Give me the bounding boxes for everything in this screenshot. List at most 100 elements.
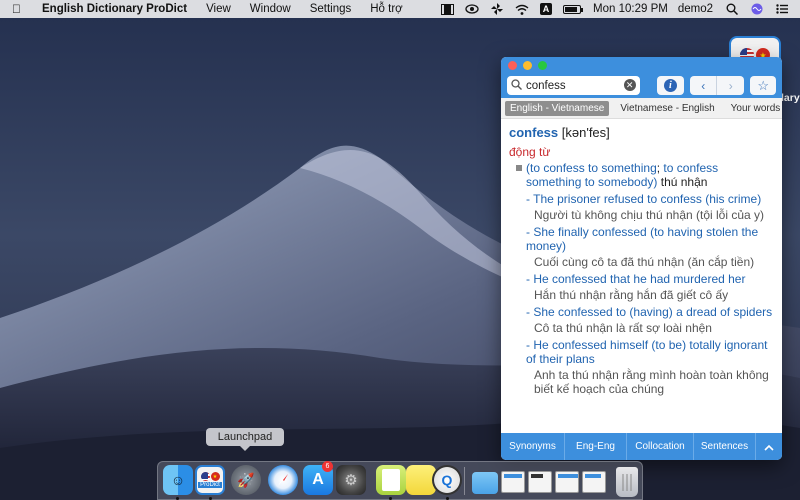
forward-button[interactable]: › xyxy=(717,76,745,95)
siri-icon[interactable] xyxy=(750,3,764,15)
example-english[interactable]: - He confessed himself (to be) totally i… xyxy=(526,338,774,366)
prodict-icon[interactable]: ★ ProDict xyxy=(195,465,225,495)
back-button[interactable]: ‹ xyxy=(690,76,718,95)
example-vietnamese: Cuối cùng cô ta đã thú nhận (ăn cắp tiền… xyxy=(534,255,755,269)
info-icon: i xyxy=(663,79,677,92)
notification-center-icon[interactable] xyxy=(775,4,789,15)
example-english[interactable]: - She finally confessed (to having stole… xyxy=(526,225,774,253)
pronunciation: [kən'fes] xyxy=(561,125,610,140)
info-button[interactable]: i xyxy=(656,76,685,95)
trash-icon[interactable] xyxy=(616,467,638,497)
sense: (to confess to something; to confess som… xyxy=(509,161,774,189)
flags-icon: ★ xyxy=(200,472,220,481)
sentences-button[interactable]: Sentences xyxy=(694,433,756,460)
example-main: - He confessed himself xyxy=(526,338,652,352)
example: - She confessed to (having) a dread of s… xyxy=(509,305,774,335)
content-fade xyxy=(501,412,782,434)
tab-your-words[interactable]: Your words xyxy=(726,101,782,116)
example-paren: (having) a dread of spiders xyxy=(629,305,773,319)
close-window-icon[interactable] xyxy=(508,60,517,70)
scroll-up-button[interactable] xyxy=(756,433,782,460)
quicktime-icon[interactable]: Q xyxy=(432,465,462,495)
status-area: A Mon 10:29 PM demo2 xyxy=(440,0,800,18)
example-vietnamese: Hắn thú nhận rằng hắn đã giết cô ấy xyxy=(534,288,729,302)
star-icon: ☆ xyxy=(757,77,769,93)
example-english[interactable]: - She confessed to (having) a dread of s… xyxy=(526,305,774,319)
prodict-label: ProDict xyxy=(198,482,222,488)
notes-icon[interactable] xyxy=(376,465,406,495)
example-main: - She finally confessed xyxy=(526,225,651,239)
entry-content[interactable]: confess [kən'fes] động từ (to confess to… xyxy=(501,119,782,434)
downloads-folder-icon[interactable] xyxy=(472,472,498,494)
desktop-icon-label[interactable]: lary xyxy=(781,92,800,104)
toolbar: ✕ i ‹ › ☆ xyxy=(501,73,782,98)
search-field[interactable]: ✕ xyxy=(507,76,640,95)
usage-a[interactable]: to confess to something xyxy=(530,161,657,175)
example-main: - He confessed that he had murdered her xyxy=(526,272,746,286)
example-english[interactable]: - The prisoner refused to confess (his c… xyxy=(526,192,774,206)
part-of-speech: động từ xyxy=(509,145,551,159)
safari-icon[interactable] xyxy=(268,465,298,495)
example: - She finally confessed (to having stole… xyxy=(509,225,774,269)
history-nav: ‹ › xyxy=(690,76,745,95)
example-vietnamese: Người tù không chịu thú nhận (tội lỗi củ… xyxy=(534,208,765,222)
window-thumbnail-icon[interactable] xyxy=(582,471,606,493)
dictionary-window: ✕ i ‹ › ☆ English - Vietnamese Vietnames… xyxy=(501,57,782,460)
launchpad-tooltip: Launchpad xyxy=(206,428,284,451)
user-name[interactable]: demo2 xyxy=(678,3,713,15)
minimize-window-icon[interactable] xyxy=(523,60,532,70)
example: - The prisoner refused to confess (his c… xyxy=(509,192,774,222)
eng-eng-button[interactable]: Eng-Eng xyxy=(565,433,627,460)
menu-settings[interactable]: Settings xyxy=(310,3,352,15)
example-vietnamese: Cô ta thú nhận là rất sợ loài nhện xyxy=(534,321,712,335)
wifi-icon[interactable] xyxy=(515,4,529,15)
title-bar[interactable] xyxy=(501,57,782,73)
finder-icon[interactable]: ☺ xyxy=(163,465,193,495)
pinwheel-icon[interactable] xyxy=(490,3,504,15)
example-main: - The prisoner refused to confess xyxy=(526,192,706,206)
chevron-left-icon: ‹ xyxy=(701,78,706,93)
example: - He confessed that he had murdered her … xyxy=(509,272,774,302)
eye-icon[interactable] xyxy=(465,4,479,15)
headword: confess xyxy=(509,125,559,140)
example-paren: (his crime) xyxy=(705,192,762,206)
bottom-bar: Synonyms Eng-Eng Collocation Sentences xyxy=(501,433,782,460)
menu-help[interactable]: Hỗ trợ xyxy=(370,3,402,15)
example-main: - She confessed to xyxy=(526,305,630,319)
film-icon[interactable] xyxy=(440,3,454,15)
dictionary-tabs: English - Vietnamese Vietnamese - Englis… xyxy=(501,98,782,119)
chevron-up-icon xyxy=(764,440,774,454)
menu-window[interactable]: Window xyxy=(250,3,291,15)
window-thumbnail-icon[interactable] xyxy=(501,471,525,493)
menu-view[interactable]: View xyxy=(206,3,231,15)
sense-meaning: thú nhận xyxy=(657,175,708,189)
app-store-badge: 6 xyxy=(322,461,333,472)
clear-search-icon[interactable]: ✕ xyxy=(623,79,636,91)
tab-english-vietnamese[interactable]: English - Vietnamese xyxy=(505,100,610,116)
example-english[interactable]: - He confessed that he had murdered her xyxy=(526,272,774,286)
tab-vietnamese-english[interactable]: Vietnamese - English xyxy=(615,101,719,116)
zoom-window-icon[interactable] xyxy=(538,60,547,70)
keyboard-a-icon[interactable]: A xyxy=(540,3,553,15)
launchpad-icon[interactable]: 🚀 xyxy=(231,465,261,495)
synonyms-button[interactable]: Synonyms xyxy=(501,433,565,460)
chevron-right-icon: › xyxy=(728,78,733,93)
menu-app-name[interactable]: English Dictionary ProDict xyxy=(42,3,187,15)
dock: ☺ ★ ProDict 🚀 A ⚙ Q xyxy=(157,461,643,500)
bullet-icon xyxy=(516,165,522,171)
search-icon xyxy=(511,78,523,93)
search-input[interactable] xyxy=(526,79,626,92)
search-icon[interactable] xyxy=(725,3,739,15)
clock[interactable]: Mon 10:29 PM xyxy=(593,3,668,15)
example: - He confessed himself (to be) totally i… xyxy=(509,338,774,396)
dock-separator xyxy=(464,467,465,495)
us-flag-icon xyxy=(200,472,210,481)
window-thumbnail-icon[interactable] xyxy=(555,471,579,493)
battery-icon[interactable] xyxy=(563,4,584,14)
apple-icon[interactable]:  xyxy=(12,2,26,16)
collocation-button[interactable]: Collocation xyxy=(627,433,694,460)
window-thumbnail-icon[interactable] xyxy=(528,471,552,493)
example-vietnamese: Anh ta thú nhận rằng mình hoàn toàn khôn… xyxy=(534,368,769,396)
system-preferences-icon[interactable]: ⚙ xyxy=(336,465,366,495)
favorite-button[interactable]: ☆ xyxy=(750,76,776,95)
